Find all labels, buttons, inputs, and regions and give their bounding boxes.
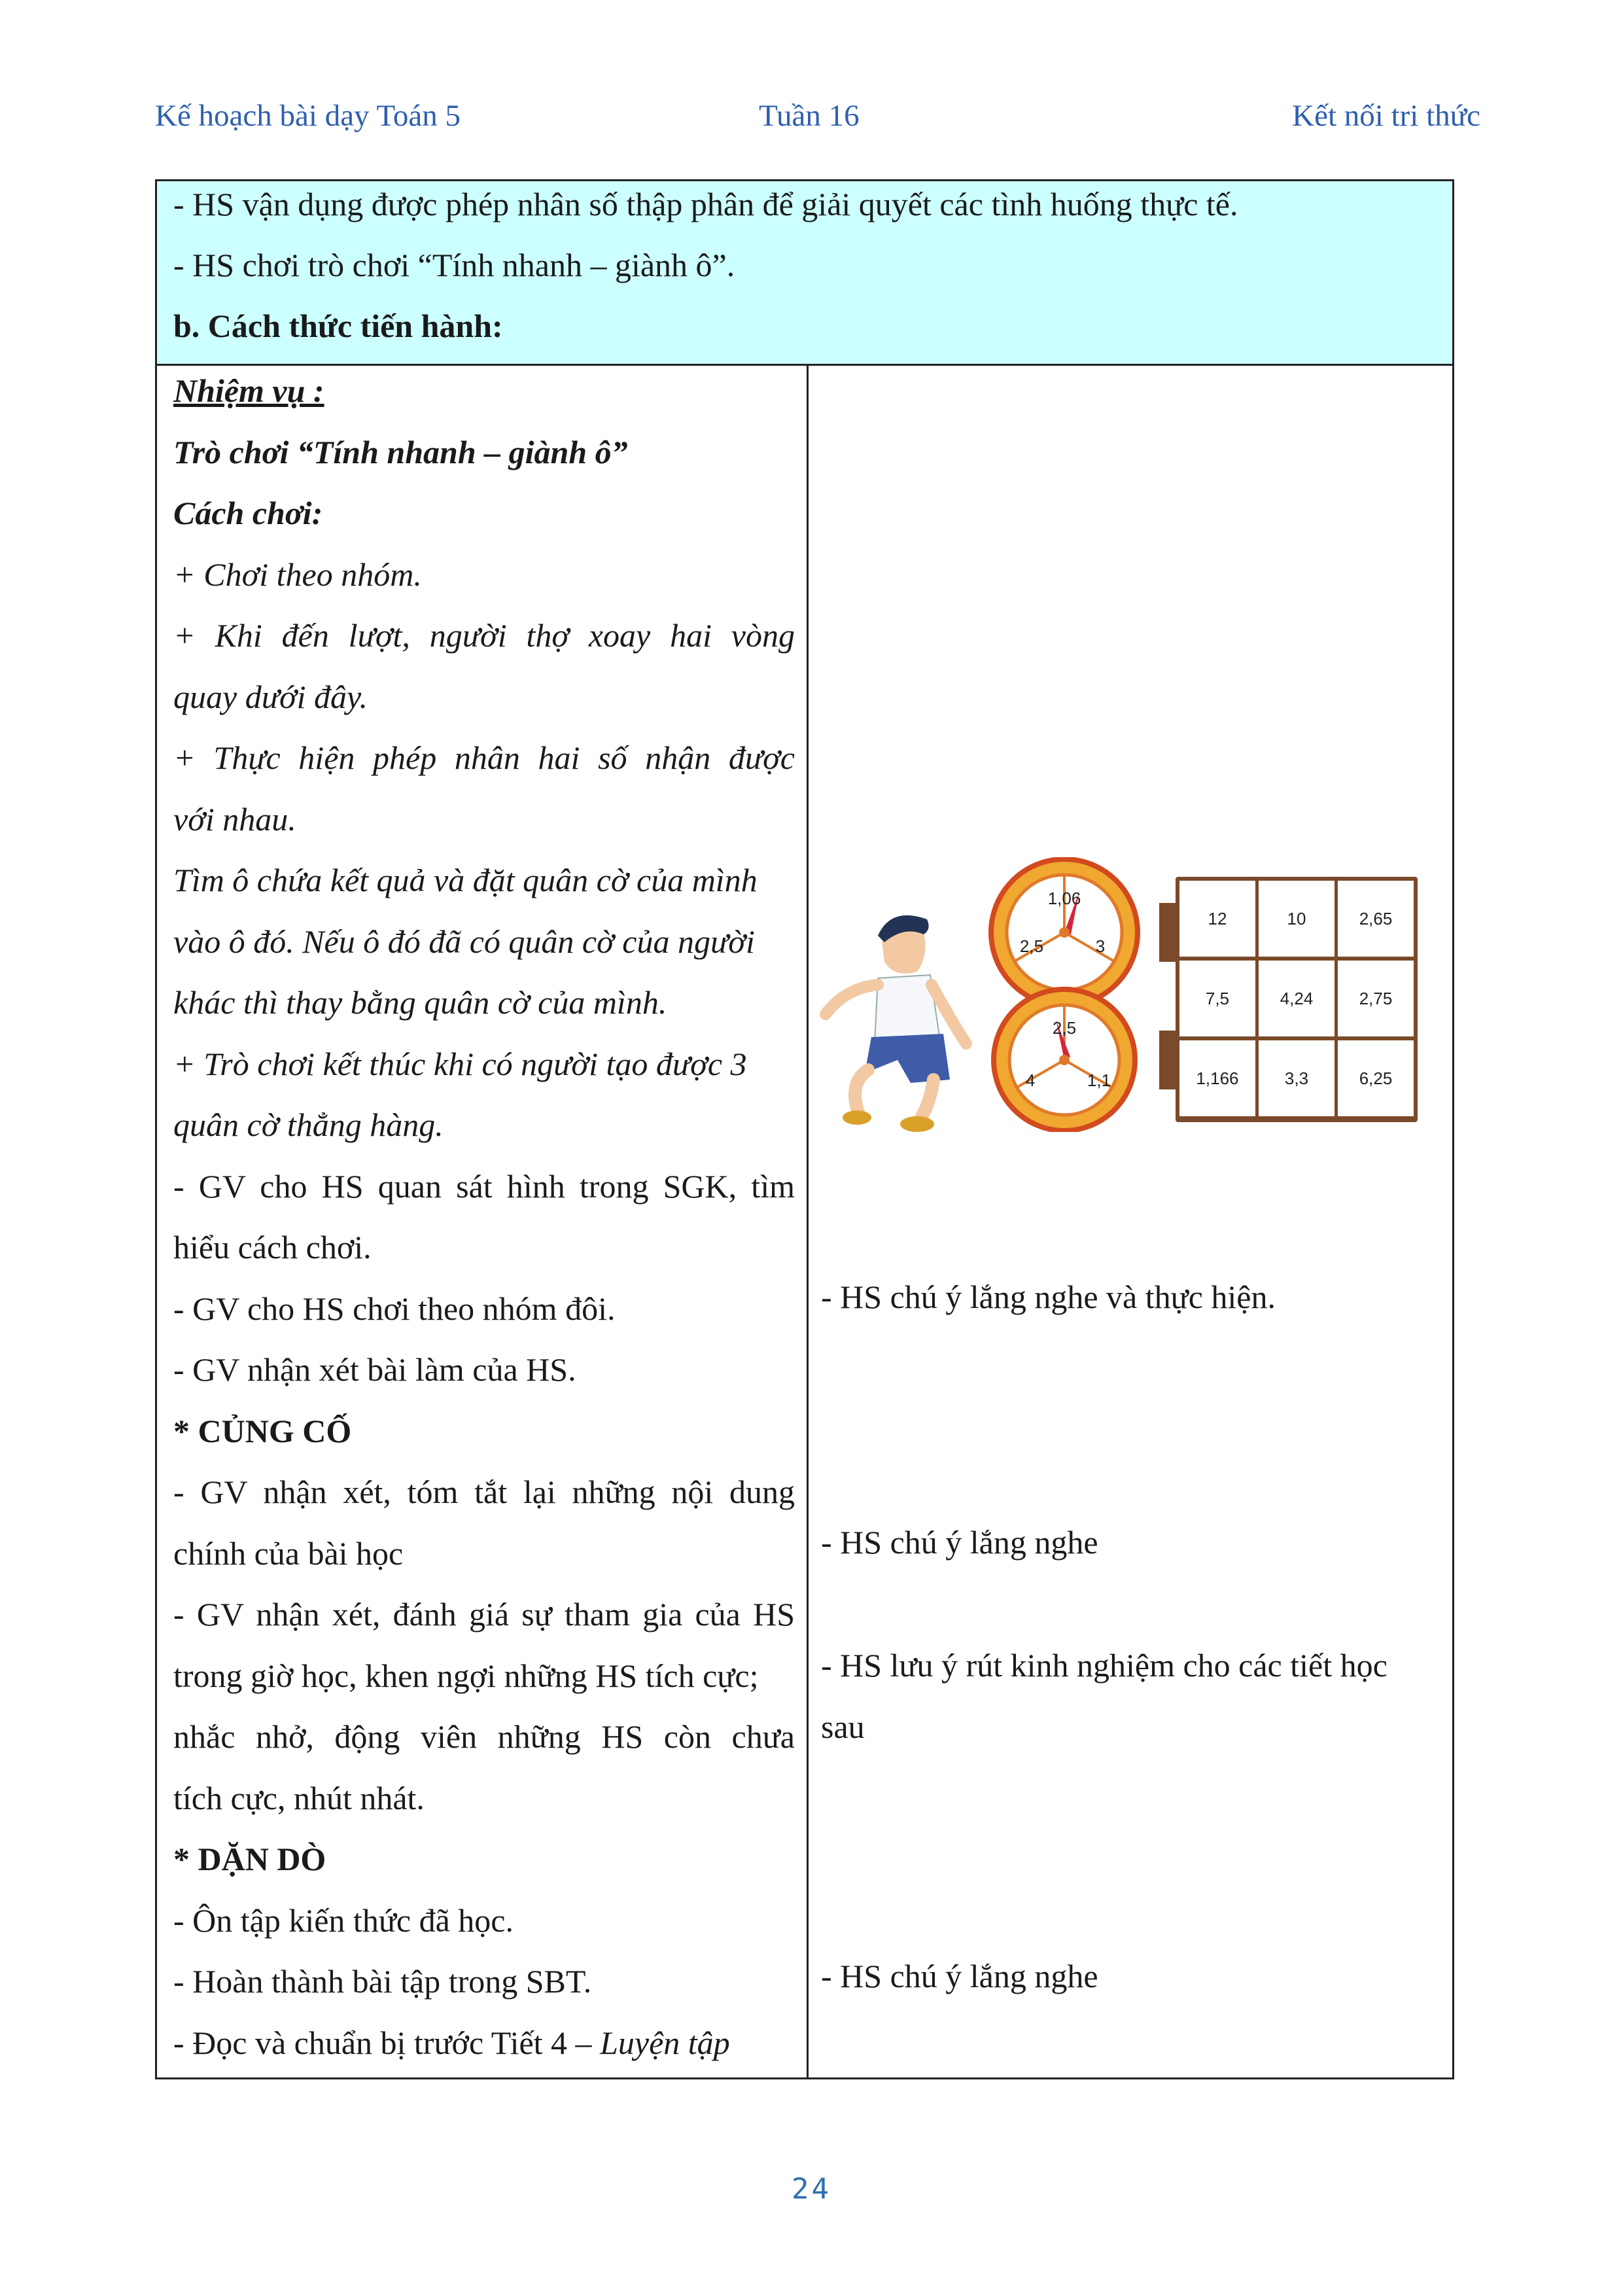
rule-4b: vào ô đó. Nếu ô đó đã có quân cờ của ngư… [173, 923, 755, 960]
rule-1: + Chơi theo nhóm. [173, 556, 422, 593]
rule-3a: + Thực hiện phép nhân hai số nhận được [173, 739, 795, 776]
top-spinner-label-2: 2,5 [1020, 936, 1043, 956]
response-2: - HS chú ý lắng nghe [821, 1524, 1098, 1561]
gv-1b: hiểu cách chơi. [173, 1229, 372, 1265]
page-header: Kế hoạch bài dạy Toán 5 Tuần 16 Kết nối … [0, 98, 1623, 144]
gv-4a: - GV nhận xét, tóm tắt lại những nội dun… [173, 1474, 795, 1510]
grid-cell: 3,3 [1259, 1040, 1335, 1116]
boy-figure [820, 915, 972, 1132]
response-4: - HS chú ý lắng nghe [821, 1958, 1098, 1994]
header-center: Tuần 16 [759, 99, 860, 133]
grid-cell: 12 [1179, 881, 1255, 957]
column-divider [807, 366, 809, 2077]
rule-5a: + Trò chơi kết thúc khi có người tạo đượ… [173, 1046, 747, 1082]
section-heading: b. Cách thức tiến hành: [173, 308, 503, 344]
rule-5b: quân cờ thẳng hàng. [173, 1106, 444, 1143]
bottom-spinner-label-1: 2,5 [1053, 1018, 1076, 1038]
grid-cell: 2,65 [1338, 881, 1414, 957]
response-1: - HS chú ý lắng nghe và thực hiện. [821, 1279, 1276, 1315]
grid-cell: 4,24 [1259, 961, 1335, 1036]
page-number: 24 [792, 2172, 831, 2206]
grid-cell: 1,166 [1179, 1040, 1255, 1116]
rule-2a: + Khi đến lượt, người thợ xoay hai vòng [173, 617, 795, 654]
gv-2: - GV cho HS chơi theo nhóm đôi. [173, 1290, 616, 1327]
gv-4b: chính của bài học [173, 1535, 404, 1572]
rule-4c: khác thì thay bằng quân cờ của mình. [173, 984, 667, 1021]
top-spinner-label-1: 1,06 [1048, 889, 1081, 908]
gv-5a: - GV nhận xét, đánh giá sự tham gia của … [173, 1596, 795, 1633]
top-spinner-label-3: 3 [1096, 936, 1105, 956]
gv-5c: nhắc nhở, động viên những HS còn chưa [173, 1718, 795, 1755]
homework-2: - Hoàn thành bài tập trong SBT. [173, 1963, 592, 2000]
task-label: Nhiệm vụ : [173, 372, 324, 409]
gv-5b: trong giờ học, khen ngợi những HS tích c… [173, 1657, 759, 1694]
bottom-spinner-label-3: 1,1 [1087, 1070, 1111, 1090]
consolidate-heading: * CỦNG CỐ [173, 1413, 352, 1449]
result-grid: 12 10 2,65 7,5 4,24 2,75 1,166 3,3 6,25 [1176, 877, 1418, 1122]
objective-line-1: - HS vận dụng được phép nhân số thập phâ… [173, 186, 1238, 222]
homework-3-italic: Luyện tập [600, 2024, 730, 2061]
bottom-spinner-label-2: 4 [1026, 1070, 1035, 1090]
objective-line-2: - HS chơi trò chơi “Tính nhanh – giành ô… [173, 247, 735, 283]
header-left: Kế hoạch bài dạy Toán 5 [155, 99, 461, 133]
game-title: Trò chơi “Tính nhanh – giành ô” [173, 434, 628, 470]
game-illustration: 1,06 2,5 3 2,5 4 1,1 12 10 2,65 7,5 4,24… [819, 857, 1421, 1132]
howto-label: Cách chơi: [173, 495, 323, 531]
grid-cell: 7,5 [1179, 961, 1255, 1036]
gv-3: - GV nhận xét bài làm của HS. [173, 1351, 576, 1388]
response-3a: - HS lưu ý rút kinh nghiệm cho các tiết … [821, 1647, 1387, 1684]
homework-heading: * DẶN DÒ [173, 1841, 326, 1877]
rule-4a: Tìm ô chứa kết quả và đặt quân cờ của mì… [173, 862, 758, 898]
gv-5d: tích cực, nhút nhát. [173, 1780, 425, 1816]
grid-cell: 2,75 [1338, 961, 1414, 1036]
top-spinner: 1,06 2,5 3 [988, 857, 1140, 1008]
homework-1: - Ôn tập kiến thức đã học. [173, 1902, 514, 1939]
header-right: Kết nối tri thức [1292, 99, 1480, 133]
grid-cell: 10 [1259, 881, 1335, 957]
gv-1a: - GV cho HS quan sát hình trong SGK, tìm [173, 1168, 795, 1205]
rule-2b: quay dưới đây. [173, 679, 368, 715]
response-3b: sau [821, 1708, 865, 1745]
bottom-spinner: 2,5 4 1,1 [991, 987, 1138, 1132]
homework-3-text: - Đọc và chuẩn bị trước Tiết 4 – [173, 2024, 601, 2061]
objectives-band: - HS vận dụng được phép nhân số thập phâ… [157, 181, 1452, 366]
rule-3b: với nhau. [173, 801, 296, 838]
homework-3: - Đọc và chuẩn bị trước Tiết 4 – Luyện t… [173, 2023, 795, 2062]
grid-cell: 6,25 [1338, 1040, 1414, 1116]
